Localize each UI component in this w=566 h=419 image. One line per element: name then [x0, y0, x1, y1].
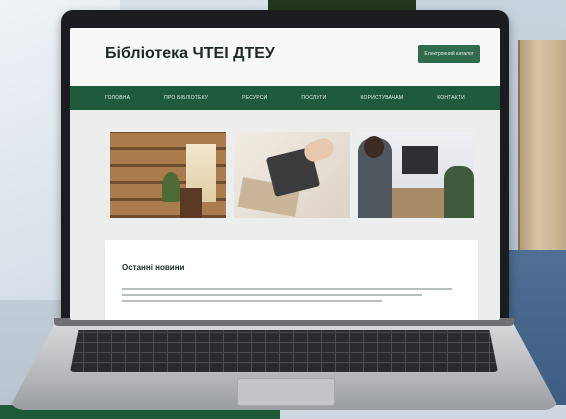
photo-gallery [110, 132, 474, 220]
student-shape [358, 136, 392, 218]
nav-item-resources[interactable]: РЕСУРСИ [242, 95, 267, 101]
student-shape-2 [444, 166, 474, 218]
nav-item-home[interactable]: ГОЛОВНА [105, 95, 130, 101]
main-navbar: ГОЛОВНА ПРО БІБЛІОТЕКУ РЕСУРСИ ПОСЛУГИ К… [70, 86, 500, 110]
students-computer-photo[interactable] [358, 132, 474, 218]
desk-shape [388, 188, 448, 218]
nav-item-about[interactable]: ПРО БІБЛІОТЕКУ [164, 95, 208, 101]
news-text-line [122, 288, 452, 290]
background-bookcase [518, 40, 566, 270]
news-text-line [122, 300, 382, 302]
catalog-button[interactable]: Електронний каталог [418, 45, 480, 63]
news-heading: Останні новини [122, 263, 185, 272]
site-header: Бібліотека ЧТЕІ ДТЕУ Електронний каталог [70, 28, 500, 86]
library-interior-photo[interactable] [110, 132, 226, 218]
news-section: Останні новини [105, 240, 478, 320]
nav-item-contacts[interactable]: КОНТАКТИ [437, 95, 465, 101]
site-title[interactable]: Бібліотека ЧТЕІ ДТЕУ [105, 45, 275, 63]
nav-item-services[interactable]: ПОСЛУГИ [301, 95, 326, 101]
laptop-screen: Бібліотека ЧТЕІ ДТЕУ Електронний каталог… [70, 28, 500, 320]
plant-shape [162, 172, 180, 202]
monitor-shape [402, 146, 438, 174]
laptop-trackpad [237, 378, 335, 406]
tablet-reading-photo[interactable] [234, 132, 350, 218]
nav-item-users[interactable]: КОРИСТУВАЧАМ [361, 95, 404, 101]
laptop-keyboard [70, 330, 498, 372]
news-text-line [122, 294, 422, 296]
chair-shape [180, 188, 202, 218]
